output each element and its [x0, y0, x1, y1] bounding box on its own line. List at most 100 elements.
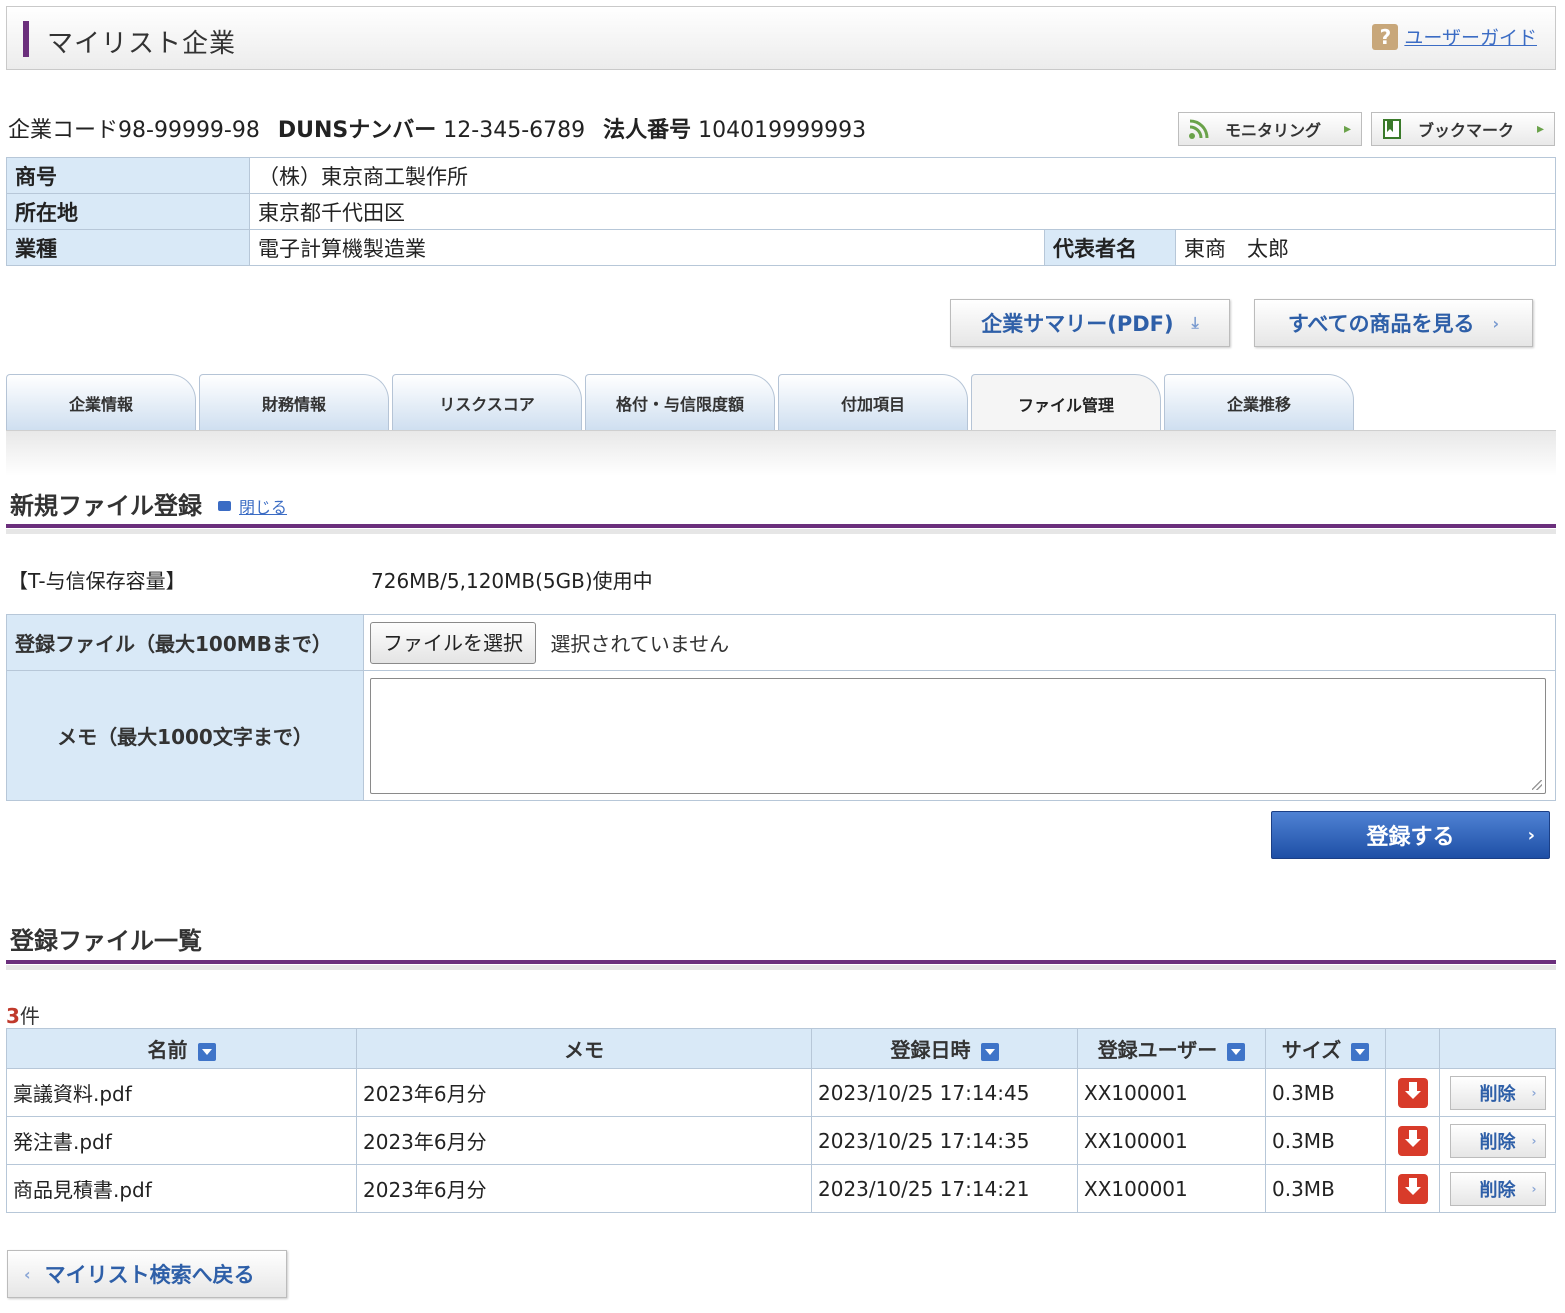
- delete-button[interactable]: 削除 ›: [1449, 1171, 1546, 1206]
- download-cell: [1385, 1164, 1440, 1213]
- close-link[interactable]: 閉じる: [239, 494, 287, 518]
- tab-file-management[interactable]: ファイル管理: [971, 374, 1161, 432]
- table-row: 商品見積書.pdf 2023年6月分 2023/10/25 17:14:21 X…: [6, 1164, 1556, 1213]
- rss-icon: [1187, 117, 1211, 141]
- memo-field-label: メモ（最大1000文字まで）: [6, 670, 364, 801]
- company-address: 東京都千代田区: [249, 193, 1556, 230]
- address-label: 所在地: [6, 193, 250, 230]
- chevron-left-icon: ‹: [24, 1264, 31, 1284]
- storage-value: 726MB/5,120MB(5GB)使用中: [371, 569, 653, 593]
- file-user: XX100001: [1077, 1068, 1266, 1117]
- tab-company-info[interactable]: 企業情報: [6, 374, 196, 430]
- chevron-right-icon: ▸: [1343, 121, 1351, 137]
- back-to-search-button[interactable]: ‹ マイリスト検索へ戻る: [7, 1250, 287, 1298]
- tab-additional-items[interactable]: 付加項目: [778, 374, 968, 430]
- delete-cell: 削除 ›: [1439, 1068, 1556, 1117]
- file-user: XX100001: [1077, 1116, 1266, 1165]
- industry-label: 業種: [6, 229, 250, 266]
- file-date: 2023/10/25 17:14:35: [811, 1116, 1078, 1165]
- corporate-number: 法人番号 104019999993: [603, 118, 867, 143]
- header-accent-bar: [23, 21, 29, 57]
- file-field-label: 登録ファイル（最大100MBまで）: [6, 614, 364, 671]
- sort-icon[interactable]: [980, 1042, 999, 1061]
- file-date: 2023/10/25 17:14:45: [811, 1068, 1078, 1117]
- tab-bar: 企業情報 財務情報 リスクスコア 格付・与信限度額 付加項目 ファイル管理 企業…: [6, 374, 1556, 432]
- col-date[interactable]: 登録日時: [811, 1028, 1078, 1069]
- section-divider: [6, 960, 1556, 970]
- chevron-right-icon: ›: [1531, 1181, 1537, 1196]
- delete-cell: 削除 ›: [1439, 1116, 1556, 1165]
- chevron-right-icon: ›: [1531, 1133, 1537, 1148]
- download-icon[interactable]: [1397, 1077, 1428, 1108]
- chevron-right-icon: ▸: [1536, 121, 1544, 137]
- col-delete: [1439, 1028, 1556, 1069]
- file-memo: 2023年6月分: [356, 1116, 812, 1165]
- name-label: 商号: [6, 157, 250, 194]
- file-size: 0.3MB: [1265, 1116, 1386, 1165]
- file-field: ファイルを選択 選択されていません: [363, 614, 1556, 671]
- tab-company-history[interactable]: 企業推移: [1164, 374, 1354, 430]
- file-status: 選択されていません: [550, 632, 730, 656]
- memo-textarea[interactable]: [370, 677, 1546, 794]
- tab-financial-info[interactable]: 財務情報: [199, 374, 389, 430]
- representative-name: 東商 太郎: [1175, 229, 1556, 266]
- chevron-right-icon: ›: [1531, 1085, 1537, 1100]
- download-cell: [1385, 1068, 1440, 1117]
- choose-file-button[interactable]: ファイルを選択: [370, 621, 536, 664]
- file-list-title: 登録ファイル一覧: [10, 927, 202, 955]
- close-icon: [218, 501, 231, 511]
- user-guide-link[interactable]: ユーザーガイド: [1404, 23, 1537, 50]
- sort-icon[interactable]: [1227, 1042, 1246, 1061]
- close-section[interactable]: 閉じる: [218, 494, 287, 518]
- page-header: マイリスト企業 ? ユーザーガイド: [6, 6, 1556, 70]
- new-file-title: 新規ファイル登録: [10, 492, 202, 520]
- download-icon: ⤓: [1191, 313, 1199, 332]
- company-codes: 企業コード98-99999-98 DUNSナンバー 12-345-6789 法人…: [8, 112, 866, 144]
- file-count: 3件: [6, 1004, 40, 1028]
- file-name[interactable]: 商品見積書.pdf: [6, 1164, 357, 1213]
- col-user[interactable]: 登録ユーザー: [1077, 1028, 1266, 1069]
- download-cell: [1385, 1116, 1440, 1165]
- delete-button[interactable]: 削除 ›: [1449, 1075, 1546, 1110]
- table-row: 稟議資料.pdf 2023年6月分 2023/10/25 17:14:45 XX…: [6, 1068, 1556, 1117]
- file-date: 2023/10/25 17:14:21: [811, 1164, 1078, 1213]
- table-row: 発注書.pdf 2023年6月分 2023/10/25 17:14:35 XX1…: [6, 1116, 1556, 1165]
- file-form-table: 登録ファイル（最大100MBまで） ファイルを選択 選択されていません メモ（最…: [6, 614, 1556, 801]
- tab-content-strip: [6, 430, 1556, 476]
- file-size: 0.3MB: [1265, 1068, 1386, 1117]
- download-icon[interactable]: [1397, 1173, 1428, 1204]
- all-products-button[interactable]: すべての商品を見る ›: [1254, 299, 1533, 347]
- company-industry: 電子計算機製造業: [249, 229, 1045, 266]
- delete-cell: 削除 ›: [1439, 1164, 1556, 1213]
- col-name[interactable]: 名前: [6, 1028, 357, 1069]
- representative-label: 代表者名: [1044, 229, 1176, 266]
- company-name: （株）東京商工製作所: [249, 157, 1556, 194]
- tab-rating-credit-limit[interactable]: 格付・与信限度額: [585, 374, 775, 430]
- tab-risk-score[interactable]: リスクスコア: [392, 374, 582, 430]
- col-memo: メモ: [356, 1028, 812, 1069]
- file-list-table: 名前 メモ 登録日時 登録ユーザー サイズ 稟議資料.pdf 2023年6月分 …: [6, 1028, 1556, 1213]
- file-name[interactable]: 発注書.pdf: [6, 1116, 357, 1165]
- company-info-table: 商号 （株）東京商工製作所 所在地 東京都千代田区 業種 電子計算機製造業 代表…: [6, 157, 1556, 266]
- page-title: マイリスト企業: [47, 29, 237, 59]
- file-name[interactable]: 稟議資料.pdf: [6, 1068, 357, 1117]
- monitoring-button[interactable]: モニタリング ▸: [1178, 112, 1362, 146]
- chevron-right-icon: ›: [1527, 824, 1535, 846]
- col-size[interactable]: サイズ: [1265, 1028, 1386, 1069]
- section-divider: [6, 524, 1556, 534]
- bookmark-button[interactable]: ブックマーク ▸: [1371, 112, 1555, 146]
- file-user: XX100001: [1077, 1164, 1266, 1213]
- storage-label: 【T-与信保存容量】: [8, 569, 186, 593]
- download-icon[interactable]: [1397, 1125, 1428, 1156]
- delete-button[interactable]: 削除 ›: [1449, 1123, 1546, 1158]
- company-code: 企業コード98-99999-98: [8, 118, 260, 143]
- user-guide[interactable]: ? ユーザーガイド: [1372, 23, 1537, 50]
- sort-icon[interactable]: [197, 1042, 216, 1061]
- duns-number: DUNSナンバー 12-345-6789: [277, 118, 586, 143]
- file-memo: 2023年6月分: [356, 1164, 812, 1213]
- chevron-right-icon: ›: [1492, 313, 1500, 333]
- memo-field: [363, 670, 1556, 801]
- sort-icon[interactable]: [1351, 1042, 1370, 1061]
- register-button[interactable]: 登録する ›: [1271, 811, 1550, 859]
- summary-pdf-button[interactable]: 企業サマリー(PDF) ⤓: [950, 299, 1230, 347]
